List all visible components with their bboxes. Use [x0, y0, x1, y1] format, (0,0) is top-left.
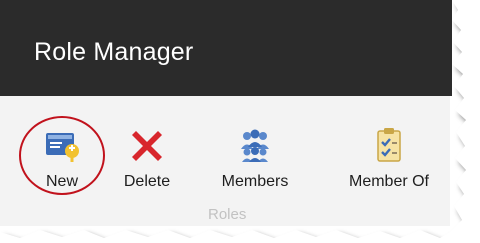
role-manager-window: Role Manager New Delete Members Member O… [0, 0, 480, 243]
member-of-icon [377, 128, 401, 162]
highlight-circle [19, 116, 105, 195]
member-of-button-label: Member Of [348, 173, 429, 190]
window-title: Role Manager [34, 38, 194, 66]
members-button-label: Members [221, 173, 289, 190]
delete-icon [132, 131, 162, 161]
member-of-button[interactable]: Member Of [334, 122, 444, 197]
delete-button[interactable]: Delete [114, 122, 180, 197]
members-icon [241, 129, 269, 162]
delete-button-label: Delete [123, 173, 171, 190]
members-button[interactable]: Members [210, 122, 300, 197]
title-bar: Role Manager [0, 0, 452, 96]
ribbon-group-label: Roles [208, 206, 247, 223]
